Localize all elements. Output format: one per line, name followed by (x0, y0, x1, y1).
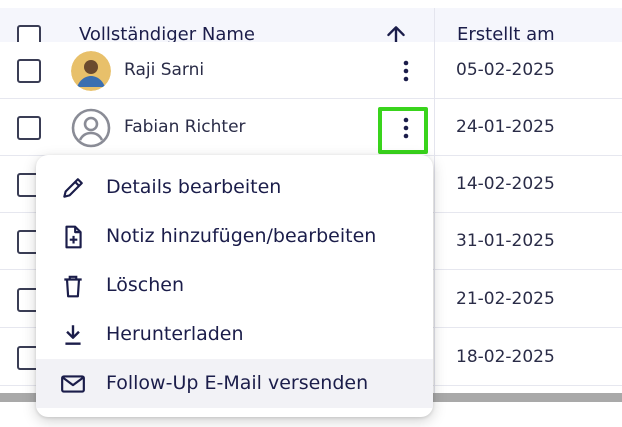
table-row[interactable]: Fabian Richter 24-01-2025 (0, 99, 622, 156)
row-date: 31-01-2025 (456, 231, 555, 251)
row-name: Fabian Richter (124, 117, 246, 137)
menu-item-send-followup-email[interactable]: Follow-Up E-Mail versenden (36, 359, 433, 408)
menu-item-add-note[interactable]: Notiz hinzufügen/bearbeiten (36, 212, 433, 261)
menu-item-label: Löschen (106, 274, 184, 296)
row-date: 14-02-2025 (456, 174, 555, 194)
row-date: 21-02-2025 (456, 289, 555, 309)
row-checkbox[interactable] (17, 116, 41, 140)
menu-item-label: Details bearbeiten (106, 176, 282, 198)
mail-icon (61, 375, 85, 393)
row-date: 18-02-2025 (456, 347, 555, 367)
row-date: 05-02-2025 (456, 60, 555, 80)
menu-item-delete[interactable]: Löschen (36, 261, 433, 310)
trash-icon (64, 275, 82, 298)
row-action-menu: Details bearbeiten Notiz hinzufügen/bear… (36, 155, 433, 417)
row-date: 24-01-2025 (456, 117, 555, 137)
focus-highlight (378, 107, 428, 154)
pencil-icon (63, 178, 83, 198)
menu-item-label: Herunterladen (106, 323, 244, 345)
avatar (71, 51, 111, 91)
menu-item-label: Notiz hinzufügen/bearbeiten (106, 225, 377, 247)
menu-item-download[interactable]: Herunterladen (36, 310, 433, 359)
note-add-icon (65, 225, 82, 249)
menu-item-edit-details[interactable]: Details bearbeiten (36, 163, 433, 212)
download-icon (65, 325, 81, 345)
row-checkbox[interactable] (17, 59, 41, 83)
column-divider (434, 8, 435, 393)
user-circle-icon (71, 108, 111, 148)
row-name: Raji Sarni (124, 60, 205, 80)
row-actions-icon[interactable] (394, 57, 418, 85)
table-row[interactable]: Raji Sarni 05-02-2025 (0, 42, 622, 99)
menu-item-label: Follow-Up E-Mail versenden (106, 372, 369, 394)
